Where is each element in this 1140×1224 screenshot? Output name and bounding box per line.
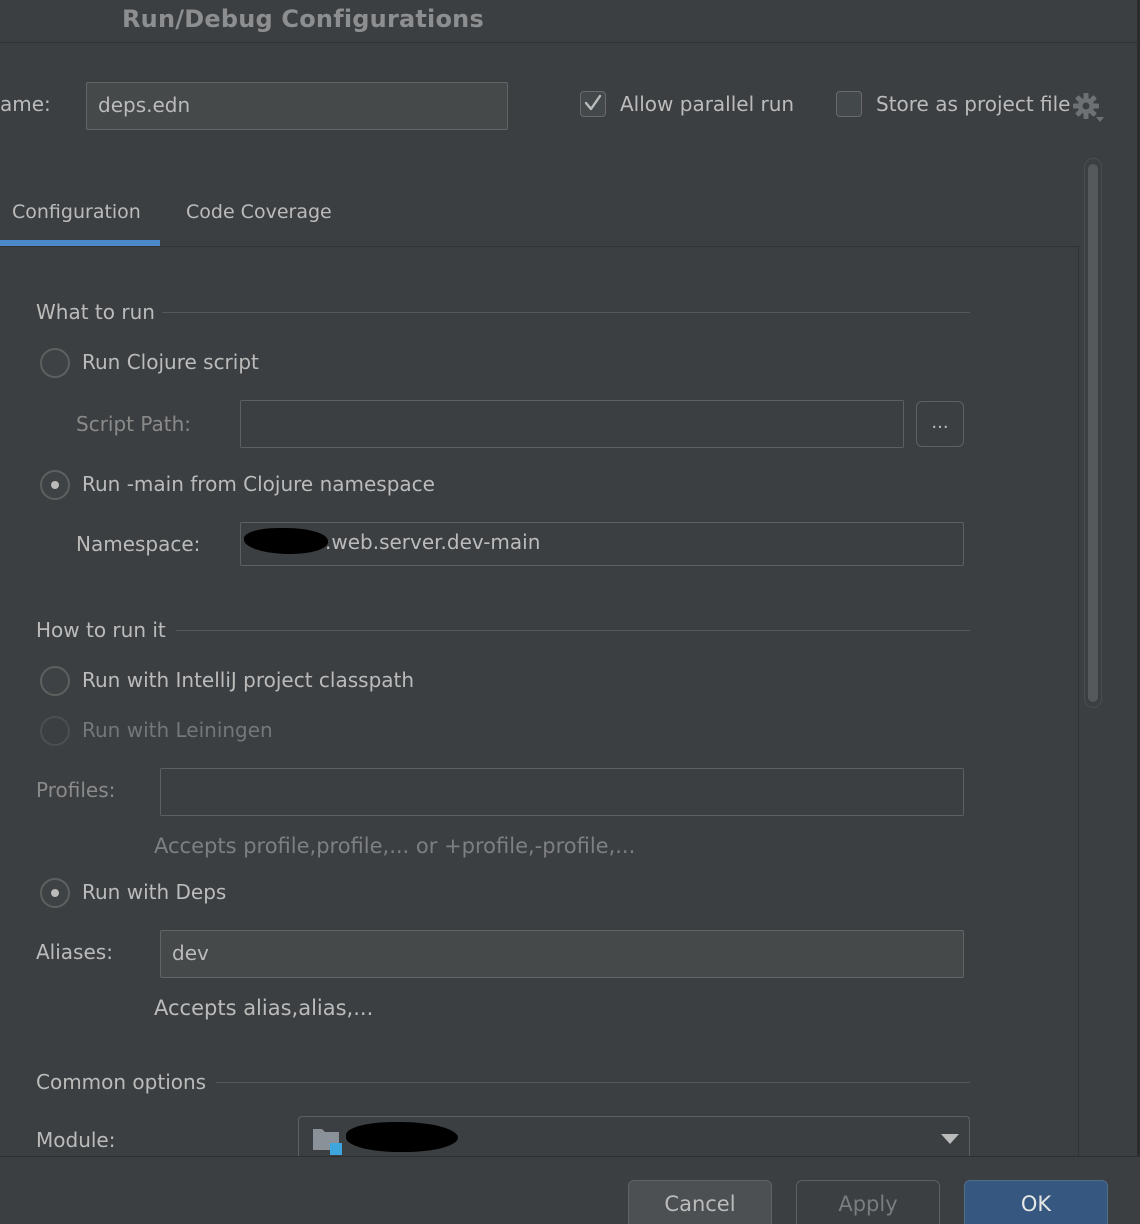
store-as-project-file-checkbox[interactable] <box>836 91 862 117</box>
run-with-deps-label: Run with Deps <box>82 880 227 904</box>
common-options-separator <box>216 1082 970 1083</box>
redacted-module-name <box>346 1122 458 1152</box>
script-path-label: Script Path: <box>76 412 192 436</box>
profiles-field[interactable] <box>160 768 964 816</box>
folder-module-icon <box>313 1129 342 1155</box>
what-to-run-heading: What to run <box>36 300 155 324</box>
aliases-field[interactable]: dev <box>160 930 964 978</box>
ok-button[interactable]: OK <box>964 1180 1108 1224</box>
common-options-heading: Common options <box>36 1070 207 1094</box>
run-main-label: Run -main from Clojure namespace <box>82 472 435 496</box>
tab-code-coverage[interactable]: Code Coverage <box>186 201 332 223</box>
run-intellij-classpath-radio[interactable] <box>40 666 70 696</box>
run-leiningen-radio[interactable] <box>40 716 70 746</box>
what-to-run-separator <box>162 312 970 313</box>
apply-button[interactable]: Apply <box>796 1180 940 1224</box>
run-clojure-script-label: Run Clojure script <box>82 350 259 374</box>
script-path-field[interactable] <box>240 400 904 448</box>
run-intellij-classpath-label: Run with IntelliJ project classpath <box>82 668 415 692</box>
allow-parallel-run-label: Allow parallel run <box>620 92 795 116</box>
window-title: Run/Debug Configurations <box>122 5 484 33</box>
tab-configuration[interactable]: Configuration <box>12 201 141 223</box>
cancel-button[interactable]: Cancel <box>628 1180 772 1224</box>
how-to-run-separator <box>176 630 970 631</box>
run-leiningen-label: Run with Leiningen <box>82 718 273 742</box>
aliases-label: Aliases: <box>36 940 113 964</box>
name-field[interactable]: deps.edn <box>86 82 508 130</box>
scrollbar-thumb[interactable] <box>1088 164 1098 702</box>
panel-border <box>1078 246 1079 1156</box>
how-to-run-heading: How to run it <box>36 618 166 642</box>
profiles-hint: Accepts profile,profile,... or +profile,… <box>154 834 636 858</box>
allow-parallel-run-checkbox[interactable] <box>580 91 606 117</box>
store-as-project-file-label: Store as project file <box>876 92 1071 116</box>
run-clojure-script-radio[interactable] <box>40 348 70 378</box>
name-label: ame: <box>0 92 51 116</box>
namespace-field[interactable]: .web.server.dev-main <box>240 522 964 566</box>
namespace-label: Namespace: <box>76 532 201 556</box>
aliases-hint: Accepts alias,alias,... <box>154 996 374 1020</box>
checkmark-icon <box>584 94 602 111</box>
module-label: Module: <box>36 1128 116 1152</box>
run-main-radio[interactable] <box>40 470 70 500</box>
chevron-down-icon[interactable] <box>941 1134 959 1144</box>
tabs-divider <box>0 246 1080 247</box>
gear-icon[interactable] <box>1071 91 1105 123</box>
run-with-deps-radio[interactable] <box>40 878 70 908</box>
browse-button[interactable]: ... <box>916 401 964 447</box>
profiles-label: Profiles: <box>36 778 116 802</box>
